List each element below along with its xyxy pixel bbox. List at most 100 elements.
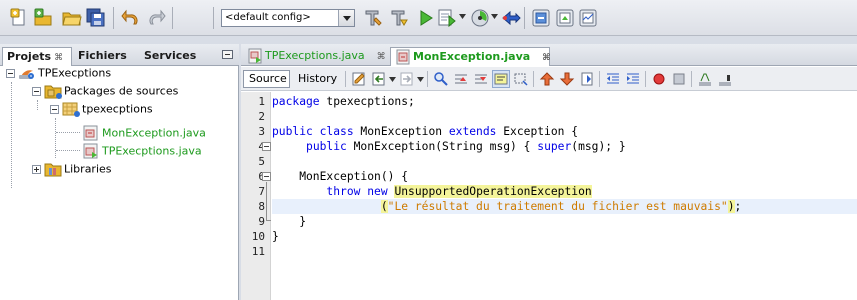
toolbar-separator: [213, 7, 214, 29]
code-token: MonException: [353, 125, 449, 138]
open-project-icon[interactable]: [62, 8, 82, 28]
java-main-file-icon: [82, 143, 100, 159]
expand-libraries-toggle[interactable]: [32, 165, 41, 174]
file-tpexecptions-label: TPExecptions.java: [102, 144, 202, 158]
fold-guide: [266, 220, 271, 221]
back-icon[interactable]: [371, 71, 387, 87]
apply-code-changes-icon[interactable]: [501, 8, 521, 28]
tree-guide: [55, 118, 56, 158]
panel-tab-bar: Projets ⌘ Fichiers Services: [0, 44, 239, 66]
tree-item-file-monexception[interactable]: MonException.java: [82, 124, 206, 141]
gc-icon[interactable]: [531, 8, 551, 28]
tab-monexception-java[interactable]: MonException.java ⌘: [390, 47, 551, 66]
profile-dropdown-icon[interactable]: [491, 14, 498, 19]
comment-icon[interactable]: [697, 71, 713, 87]
toolbar-separator: [533, 71, 534, 87]
snapshot-icon[interactable]: [555, 8, 575, 28]
line-number: 3: [258, 125, 265, 138]
back-dropdown-icon[interactable]: [389, 77, 396, 82]
line-number: 7: [258, 185, 265, 198]
forward-dropdown-icon[interactable]: [417, 77, 424, 82]
source-tab[interactable]: Source: [243, 70, 290, 88]
config-select[interactable]: <default config>: [221, 9, 355, 27]
close-icon[interactable]: ⌘: [542, 53, 550, 63]
tab-tpexecptions-java[interactable]: TPExecptions.java ⌘: [243, 47, 388, 66]
fold-toggle[interactable]: [262, 172, 271, 181]
tab-services-label: Services: [144, 49, 197, 62]
collapse-source-packages-toggle[interactable]: [32, 87, 41, 96]
debug-icon[interactable]: [437, 8, 457, 28]
profile-icon[interactable]: [470, 8, 490, 28]
toggle-bookmark-icon[interactable]: [579, 71, 595, 87]
tab-projects-label: Projets: [7, 50, 52, 63]
code-token: extends: [448, 125, 497, 138]
build-icon[interactable]: [389, 8, 409, 28]
debug-dropdown-icon[interactable]: [459, 14, 466, 19]
history-tab[interactable]: History: [292, 70, 340, 88]
last-edit-icon[interactable]: [351, 71, 367, 87]
code-line-3: public class MonException extends Except…: [272, 124, 857, 139]
undo-icon[interactable]: [121, 8, 141, 28]
line-number: 2: [258, 110, 265, 123]
toolbar-separator: [691, 71, 692, 87]
new-project-icon[interactable]: [33, 8, 53, 28]
next-bookmark-icon[interactable]: [559, 71, 575, 87]
forward-icon[interactable]: [399, 71, 415, 87]
tree-item-source-packages[interactable]: Packages de sources: [44, 82, 178, 99]
memory-icon[interactable]: [578, 8, 598, 28]
code-token: public: [306, 140, 347, 153]
run-icon[interactable]: [416, 8, 436, 28]
tab-services[interactable]: Services: [140, 47, 200, 66]
java-main-file-icon: [248, 48, 262, 64]
toggle-rectangular-selection-icon[interactable]: [513, 71, 529, 87]
uncomment-icon[interactable]: [717, 71, 733, 87]
libraries-label: Libraries: [64, 162, 112, 176]
shift-left-icon[interactable]: [605, 71, 621, 87]
collapse-project-toggle[interactable]: [6, 69, 15, 78]
source-packages-icon: [44, 83, 62, 99]
find-next-icon[interactable]: [473, 71, 489, 87]
find-previous-icon[interactable]: [453, 71, 469, 87]
tab-monexception-label: MonException.java: [413, 50, 531, 63]
tree-guide: [11, 82, 12, 188]
previous-bookmark-icon[interactable]: [539, 71, 555, 87]
code-token: MonException() {: [272, 170, 409, 183]
chevron-down-icon[interactable]: [338, 10, 354, 26]
code-line-4: public MonException(String msg) { super(…: [272, 139, 857, 154]
close-icon[interactable]: ⌘: [377, 52, 386, 62]
fold-toggle[interactable]: [262, 142, 271, 151]
redo-icon[interactable]: [146, 8, 166, 28]
line-number: 9: [258, 215, 265, 228]
new-file-icon[interactable]: [9, 8, 29, 28]
collapse-package-toggle[interactable]: [50, 105, 59, 114]
code-token: }: [272, 215, 307, 228]
editor-toolbar: Source History: [241, 67, 857, 91]
code-line-1: package tpexecptions;: [272, 94, 857, 109]
java-file-icon: [82, 125, 100, 141]
toolbar-separator: [524, 7, 525, 29]
find-icon[interactable]: [433, 71, 449, 87]
code-token: tpexecptions;: [319, 95, 415, 108]
package-label: tpexecptions: [82, 102, 153, 116]
code-token: package: [272, 95, 320, 108]
project-label: TPExecptions: [38, 66, 112, 80]
tree-item-libraries[interactable]: Libraries: [44, 160, 112, 177]
tree-item-project[interactable]: TPExecptions: [18, 64, 111, 81]
code-area[interactable]: package tpexecptions; public class MonEx…: [272, 92, 857, 300]
tree-item-file-tpexecptions[interactable]: TPExecptions.java: [82, 142, 202, 159]
code-token: MonException(String msg) {: [346, 140, 538, 153]
tree-item-package[interactable]: tpexecptions: [62, 100, 153, 117]
toggle-highlight-icon[interactable]: [492, 70, 510, 88]
code-token: super: [537, 140, 572, 153]
code-line-7: throw new UnsupportedOperationException: [272, 184, 857, 199]
clean-build-icon[interactable]: [363, 8, 383, 28]
start-macro-recording-icon[interactable]: [651, 71, 667, 87]
tab-tpexecptions-label: TPExecptions.java: [265, 49, 365, 62]
tree-guide: [56, 132, 80, 133]
toolbar-separator: [345, 71, 346, 87]
close-icon[interactable]: ⌘: [54, 53, 63, 63]
shift-right-icon[interactable]: [625, 71, 641, 87]
minimize-panel-button[interactable]: [222, 50, 233, 59]
stop-macro-recording-icon[interactable]: [671, 71, 687, 87]
save-all-icon[interactable]: [86, 8, 106, 28]
